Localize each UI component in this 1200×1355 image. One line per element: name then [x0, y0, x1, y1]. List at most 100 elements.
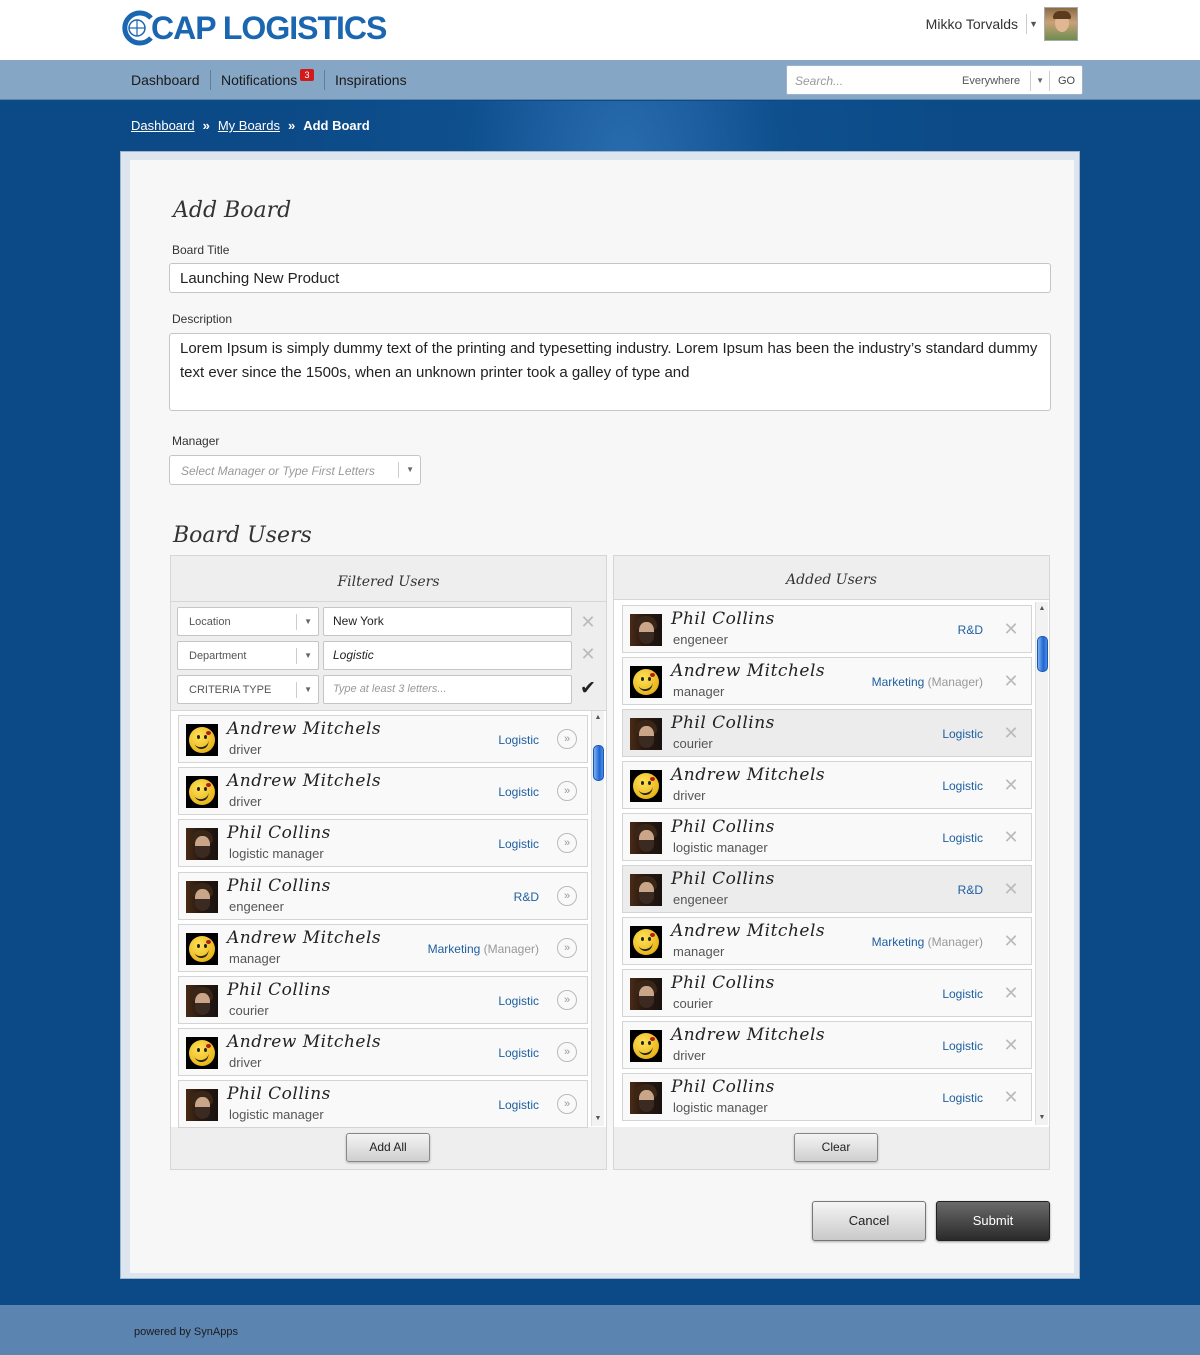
cancel-button[interactable]: Cancel	[812, 1201, 926, 1241]
clear-filter-icon[interactable]: ✕	[578, 644, 598, 664]
user-department[interactable]: R&D	[958, 883, 983, 897]
submit-button[interactable]: Submit	[936, 1201, 1050, 1241]
user-department[interactable]: Logistic	[942, 987, 983, 1001]
filter-criteria-department[interactable]: Department ▼	[177, 641, 319, 670]
user-department[interactable]: Logistic	[942, 1039, 983, 1053]
scroll-up-icon[interactable]: ▲	[1036, 603, 1048, 615]
user-card[interactable]: Phil Collins engeneer R&D »	[178, 871, 588, 920]
department-label: Logistic	[498, 837, 539, 852]
user-department[interactable]: Logistic	[498, 733, 539, 747]
add-user-icon[interactable]: »	[557, 1042, 577, 1063]
description-field[interactable]: Lorem Ipsum is simply dummy text of the …	[169, 333, 1051, 411]
filter-value-field[interactable]: Logistic	[323, 641, 572, 670]
remove-user-icon[interactable]: ✕	[1001, 827, 1021, 847]
user-department[interactable]: Marketing (Manager)	[428, 942, 539, 956]
remove-user-icon[interactable]: ✕	[1001, 931, 1021, 951]
user-department[interactable]: Logistic	[942, 1091, 983, 1105]
user-department[interactable]: Marketing (Manager)	[872, 675, 983, 689]
user-card[interactable]: Phil Collins courier Logistic »	[178, 976, 588, 1024]
add-user-icon[interactable]: »	[557, 937, 577, 958]
user-card[interactable]: Phil Collins logistic manager Logistic ✕	[622, 1073, 1032, 1121]
user-card[interactable]: Andrew Mitchels driver Logistic ✕	[622, 1021, 1032, 1069]
user-department[interactable]: Marketing (Manager)	[872, 935, 983, 949]
user-department[interactable]: Logistic	[498, 994, 539, 1008]
notification-badge: 3	[300, 69, 314, 81]
breadcrumb-my-boards[interactable]: My Boards	[218, 118, 280, 133]
user-department[interactable]: Logistic	[498, 1098, 539, 1112]
scroll-down-icon[interactable]: ▼	[592, 1113, 604, 1125]
add-all-button[interactable]: Add All	[346, 1133, 430, 1162]
nav-inspirations[interactable]: Inspirations	[335, 72, 407, 88]
user-department[interactable]: Logistic	[498, 837, 539, 851]
checkmark-icon[interactable]: ✔	[578, 679, 598, 699]
board-title-field[interactable]	[169, 263, 1051, 293]
search-scope-select[interactable]: Everywhere	[962, 75, 1020, 87]
clear-filter-icon[interactable]: ✕	[578, 612, 598, 632]
remove-user-icon[interactable]: ✕	[1001, 619, 1021, 639]
added-users-scrollbar[interactable]: ▲ ▼	[1035, 602, 1048, 1125]
breadcrumb-dashboard[interactable]: Dashboard	[131, 118, 195, 133]
filtered-users-scrollbar[interactable]: ▲ ▼	[591, 711, 604, 1126]
user-card[interactable]: Phil Collins logistic manager Logistic »	[178, 1080, 588, 1129]
filter-value-field[interactable]: Type at least 3 letters...	[323, 675, 572, 704]
chevron-down-icon[interactable]: ▼	[1030, 71, 1044, 91]
user-avatar[interactable]	[1044, 7, 1078, 41]
add-user-icon[interactable]: »	[557, 990, 577, 1010]
chevron-down-icon[interactable]: ▼	[1026, 14, 1038, 34]
user-card[interactable]: Andrew Mitchels driver Logistic »	[178, 767, 588, 816]
remove-user-icon[interactable]: ✕	[1001, 983, 1021, 1003]
search-input[interactable]	[795, 72, 945, 90]
user-card[interactable]: Andrew Mitchels driver Logistic »	[178, 715, 588, 763]
clear-button[interactable]: Clear	[794, 1133, 878, 1162]
user-department[interactable]: Logistic	[942, 831, 983, 845]
remove-user-icon[interactable]: ✕	[1001, 671, 1021, 691]
scroll-down-icon[interactable]: ▼	[1036, 1112, 1048, 1124]
user-card[interactable]: Phil Collins logistic manager Logistic »	[178, 819, 588, 868]
user-card[interactable]: Phil Collins logistic manager Logistic ✕	[622, 813, 1032, 861]
user-card[interactable]: Andrew Mitchels manager Marketing (Manager…	[622, 657, 1032, 705]
remove-user-icon[interactable]: ✕	[1001, 775, 1021, 795]
nav-notifications[interactable]: Notifications	[221, 72, 297, 88]
user-card[interactable]: Phil Collins engeneer R&D ✕	[622, 605, 1032, 653]
user-department[interactable]: Logistic	[942, 779, 983, 793]
chevron-down-icon[interactable]: ▼	[296, 614, 312, 630]
search-go-button[interactable]: GO	[1049, 71, 1083, 91]
remove-user-icon[interactable]: ✕	[1001, 1087, 1021, 1107]
user-card[interactable]: Andrew Mitchels manager Marketing (Manager…	[178, 923, 588, 972]
chevron-down-icon[interactable]: ▼	[296, 682, 312, 698]
user-card[interactable]: Andrew Mitchels manager Marketing (Manager…	[622, 917, 1032, 965]
user-role: driver	[229, 794, 262, 810]
remove-user-icon[interactable]: ✕	[1001, 879, 1021, 899]
user-card[interactable]: Andrew Mitchels driver Logistic ✕	[622, 761, 1032, 809]
department-label: Marketing	[427, 941, 481, 956]
add-user-icon[interactable]: »	[557, 1094, 577, 1115]
nav-dashboard[interactable]: Dashboard	[131, 72, 200, 88]
user-department[interactable]: Logistic	[498, 785, 539, 799]
user-department[interactable]: Logistic	[498, 1046, 539, 1060]
add-user-icon[interactable]: »	[557, 781, 577, 802]
scroll-thumb[interactable]	[593, 745, 604, 781]
user-card[interactable]: Phil Collins courier Logistic ✕	[622, 969, 1032, 1017]
user-name: Andrew Mitchels	[227, 771, 382, 792]
scroll-thumb[interactable]	[1037, 636, 1048, 672]
user-card[interactable]: Phil Collins engeneer R&D ✕	[622, 865, 1032, 913]
filter-criteria-location[interactable]: Location ▼	[177, 607, 319, 636]
remove-user-icon[interactable]: ✕	[1001, 1035, 1021, 1055]
add-user-icon[interactable]: »	[557, 729, 577, 749]
manager-select[interactable]: Select Manager or Type First Letters ▼	[169, 455, 421, 485]
chevron-down-icon[interactable]: ▼	[398, 462, 414, 478]
add-user-icon[interactable]: »	[557, 885, 577, 906]
filter-value-field[interactable]: New York	[323, 607, 572, 636]
filter-criteria-type[interactable]: CRITERIA TYPE ▼	[177, 675, 319, 704]
chevron-down-icon[interactable]: ▼	[296, 648, 312, 664]
user-name[interactable]: Mikko Torvalds	[900, 16, 1018, 32]
user-card[interactable]: Phil Collins courier Logistic ✕	[622, 709, 1032, 757]
scroll-up-icon[interactable]: ▲	[592, 712, 604, 724]
user-department[interactable]: R&D	[514, 890, 539, 904]
remove-user-icon[interactable]: ✕	[1001, 723, 1021, 743]
add-user-icon[interactable]: »	[557, 833, 577, 854]
user-card[interactable]: Andrew Mitchels driver Logistic »	[178, 1028, 588, 1077]
company-logo[interactable]: CAP LOGISTICS	[121, 8, 387, 48]
user-department[interactable]: Logistic	[942, 727, 983, 741]
user-department[interactable]: R&D	[958, 623, 983, 637]
